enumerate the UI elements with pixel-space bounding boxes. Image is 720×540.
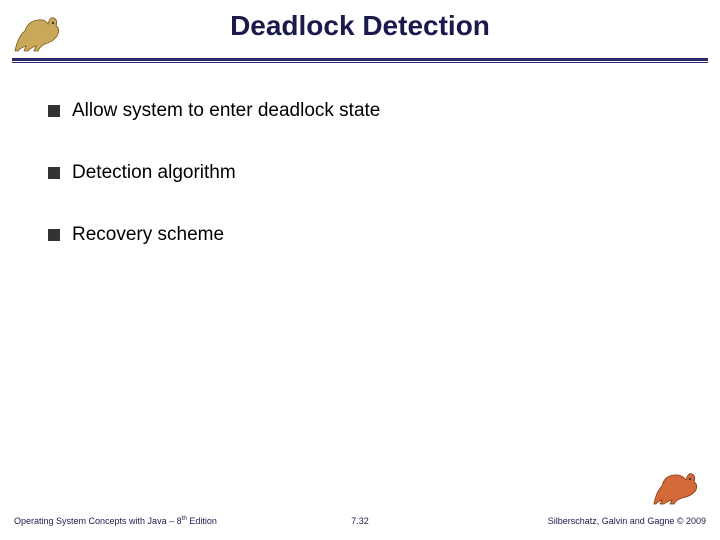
slide-content: Allow system to enter deadlock state Det… [48,100,680,286]
slide-header: Deadlock Detection [0,0,720,72]
bullet-text: Recovery scheme [72,224,224,246]
list-item: Detection algorithm [48,162,680,184]
bullet-text: Detection algorithm [72,162,236,184]
slide-title: Deadlock Detection [0,10,720,42]
bullet-icon [48,167,60,179]
list-item: Allow system to enter deadlock state [48,100,680,122]
footer-right: Silberschatz, Galvin and Gagne © 2009 [548,516,706,526]
bullet-text: Allow system to enter deadlock state [72,100,380,122]
bullet-icon [48,229,60,241]
dinosaur-icon [650,464,706,508]
divider-thin [12,62,708,63]
slide-footer: Operating System Concepts with Java – 8t… [0,506,720,526]
divider-thick [12,58,708,61]
slide: Deadlock Detection Allow system to enter… [0,0,720,540]
bullet-icon [48,105,60,117]
list-item: Recovery scheme [48,224,680,246]
